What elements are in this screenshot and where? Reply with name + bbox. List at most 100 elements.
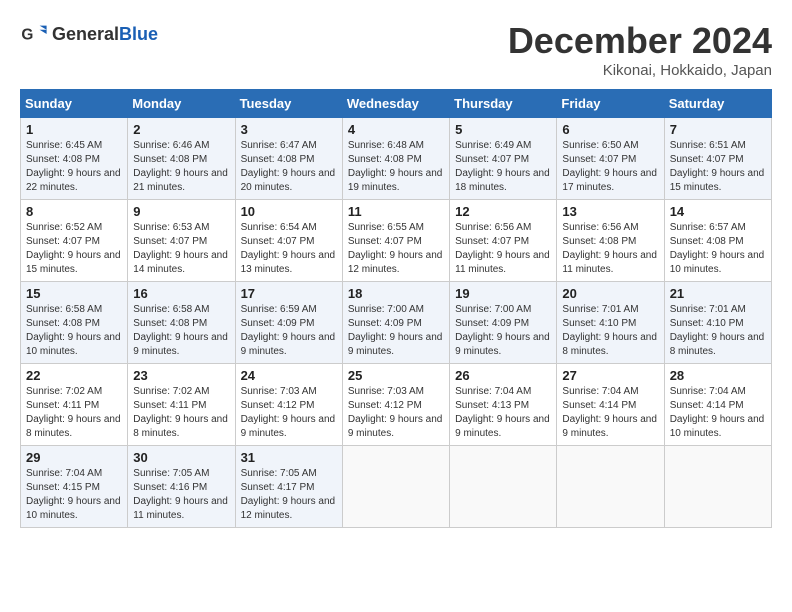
col-wednesday: Wednesday [342,90,449,118]
day-number: 19 [455,286,551,301]
page-header: G GeneralBlue December 2024 Kikonai, Hok… [20,20,772,79]
day-info: Sunrise: 6:56 AM Sunset: 4:07 PM Dayligh… [455,221,551,277]
table-row: 9 Sunrise: 6:53 AM Sunset: 4:07 PM Dayli… [128,200,235,282]
day-info: Sunrise: 7:05 AM Sunset: 4:17 PM Dayligh… [241,467,337,523]
table-row: 29 Sunrise: 7:04 AM Sunset: 4:15 PM Dayl… [21,446,128,528]
day-info: Sunrise: 6:56 AM Sunset: 4:08 PM Dayligh… [562,221,658,277]
day-number: 21 [670,286,766,301]
table-row: 28 Sunrise: 7:04 AM Sunset: 4:14 PM Dayl… [664,364,771,446]
day-info: Sunrise: 6:49 AM Sunset: 4:07 PM Dayligh… [455,139,551,195]
calendar-table: Sunday Monday Tuesday Wednesday Thursday… [20,89,772,528]
day-info: Sunrise: 7:01 AM Sunset: 4:10 PM Dayligh… [670,303,766,359]
day-number: 23 [133,368,229,383]
table-row: 30 Sunrise: 7:05 AM Sunset: 4:16 PM Dayl… [128,446,235,528]
col-thursday: Thursday [450,90,557,118]
table-row: 25 Sunrise: 7:03 AM Sunset: 4:12 PM Dayl… [342,364,449,446]
table-row: 26 Sunrise: 7:04 AM Sunset: 4:13 PM Dayl… [450,364,557,446]
day-number: 28 [670,368,766,383]
day-number: 18 [348,286,444,301]
day-number: 24 [241,368,337,383]
day-info: Sunrise: 6:54 AM Sunset: 4:07 PM Dayligh… [241,221,337,277]
table-row: 1 Sunrise: 6:45 AM Sunset: 4:08 PM Dayli… [21,118,128,200]
table-row [664,446,771,528]
day-number: 15 [26,286,122,301]
logo-icon: G [20,20,48,48]
day-number: 1 [26,122,122,137]
day-number: 4 [348,122,444,137]
col-tuesday: Tuesday [235,90,342,118]
day-number: 20 [562,286,658,301]
day-info: Sunrise: 7:00 AM Sunset: 4:09 PM Dayligh… [455,303,551,359]
table-row: 5 Sunrise: 6:49 AM Sunset: 4:07 PM Dayli… [450,118,557,200]
table-row: 13 Sunrise: 6:56 AM Sunset: 4:08 PM Dayl… [557,200,664,282]
month-title: December 2024 [508,20,772,62]
day-number: 31 [241,450,337,465]
day-info: Sunrise: 7:02 AM Sunset: 4:11 PM Dayligh… [26,385,122,441]
day-info: Sunrise: 7:05 AM Sunset: 4:16 PM Dayligh… [133,467,229,523]
col-friday: Friday [557,90,664,118]
col-monday: Monday [128,90,235,118]
day-number: 30 [133,450,229,465]
table-row: 20 Sunrise: 7:01 AM Sunset: 4:10 PM Dayl… [557,282,664,364]
day-number: 29 [26,450,122,465]
table-row: 27 Sunrise: 7:04 AM Sunset: 4:14 PM Dayl… [557,364,664,446]
title-area: December 2024 Kikonai, Hokkaido, Japan [508,20,772,79]
table-row: 15 Sunrise: 6:58 AM Sunset: 4:08 PM Dayl… [21,282,128,364]
logo-text: GeneralBlue [52,24,158,45]
table-row: 22 Sunrise: 7:02 AM Sunset: 4:11 PM Dayl… [21,364,128,446]
table-row: 31 Sunrise: 7:05 AM Sunset: 4:17 PM Dayl… [235,446,342,528]
location: Kikonai, Hokkaido, Japan [508,62,772,79]
day-info: Sunrise: 7:04 AM Sunset: 4:13 PM Dayligh… [455,385,551,441]
day-info: Sunrise: 6:58 AM Sunset: 4:08 PM Dayligh… [26,303,122,359]
table-row: 6 Sunrise: 6:50 AM Sunset: 4:07 PM Dayli… [557,118,664,200]
col-sunday: Sunday [21,90,128,118]
day-info: Sunrise: 6:51 AM Sunset: 4:07 PM Dayligh… [670,139,766,195]
table-row [342,446,449,528]
day-number: 5 [455,122,551,137]
day-info: Sunrise: 7:04 AM Sunset: 4:14 PM Dayligh… [670,385,766,441]
day-info: Sunrise: 6:50 AM Sunset: 4:07 PM Dayligh… [562,139,658,195]
day-number: 7 [670,122,766,137]
day-number: 10 [241,204,337,219]
day-info: Sunrise: 6:45 AM Sunset: 4:08 PM Dayligh… [26,139,122,195]
day-number: 27 [562,368,658,383]
day-number: 14 [670,204,766,219]
day-info: Sunrise: 6:58 AM Sunset: 4:08 PM Dayligh… [133,303,229,359]
day-number: 25 [348,368,444,383]
day-number: 9 [133,204,229,219]
table-row: 24 Sunrise: 7:03 AM Sunset: 4:12 PM Dayl… [235,364,342,446]
svg-text:G: G [21,27,33,44]
day-info: Sunrise: 7:02 AM Sunset: 4:11 PM Dayligh… [133,385,229,441]
calendar-header-row: Sunday Monday Tuesday Wednesday Thursday… [21,90,772,118]
day-info: Sunrise: 6:59 AM Sunset: 4:09 PM Dayligh… [241,303,337,359]
table-row: 16 Sunrise: 6:58 AM Sunset: 4:08 PM Dayl… [128,282,235,364]
table-row: 11 Sunrise: 6:55 AM Sunset: 4:07 PM Dayl… [342,200,449,282]
day-number: 3 [241,122,337,137]
day-number: 2 [133,122,229,137]
day-number: 17 [241,286,337,301]
table-row: 18 Sunrise: 7:00 AM Sunset: 4:09 PM Dayl… [342,282,449,364]
table-row [450,446,557,528]
table-row [557,446,664,528]
table-row: 4 Sunrise: 6:48 AM Sunset: 4:08 PM Dayli… [342,118,449,200]
day-info: Sunrise: 7:03 AM Sunset: 4:12 PM Dayligh… [348,385,444,441]
day-info: Sunrise: 7:03 AM Sunset: 4:12 PM Dayligh… [241,385,337,441]
day-number: 8 [26,204,122,219]
table-row: 8 Sunrise: 6:52 AM Sunset: 4:07 PM Dayli… [21,200,128,282]
table-row: 14 Sunrise: 6:57 AM Sunset: 4:08 PM Dayl… [664,200,771,282]
table-row: 21 Sunrise: 7:01 AM Sunset: 4:10 PM Dayl… [664,282,771,364]
day-number: 13 [562,204,658,219]
day-info: Sunrise: 7:01 AM Sunset: 4:10 PM Dayligh… [562,303,658,359]
table-row: 23 Sunrise: 7:02 AM Sunset: 4:11 PM Dayl… [128,364,235,446]
day-number: 26 [455,368,551,383]
table-row: 17 Sunrise: 6:59 AM Sunset: 4:09 PM Dayl… [235,282,342,364]
table-row: 12 Sunrise: 6:56 AM Sunset: 4:07 PM Dayl… [450,200,557,282]
day-info: Sunrise: 7:00 AM Sunset: 4:09 PM Dayligh… [348,303,444,359]
day-info: Sunrise: 6:53 AM Sunset: 4:07 PM Dayligh… [133,221,229,277]
col-saturday: Saturday [664,90,771,118]
day-number: 22 [26,368,122,383]
logo: G GeneralBlue [20,20,158,48]
day-info: Sunrise: 6:47 AM Sunset: 4:08 PM Dayligh… [241,139,337,195]
day-info: Sunrise: 6:46 AM Sunset: 4:08 PM Dayligh… [133,139,229,195]
day-info: Sunrise: 7:04 AM Sunset: 4:14 PM Dayligh… [562,385,658,441]
